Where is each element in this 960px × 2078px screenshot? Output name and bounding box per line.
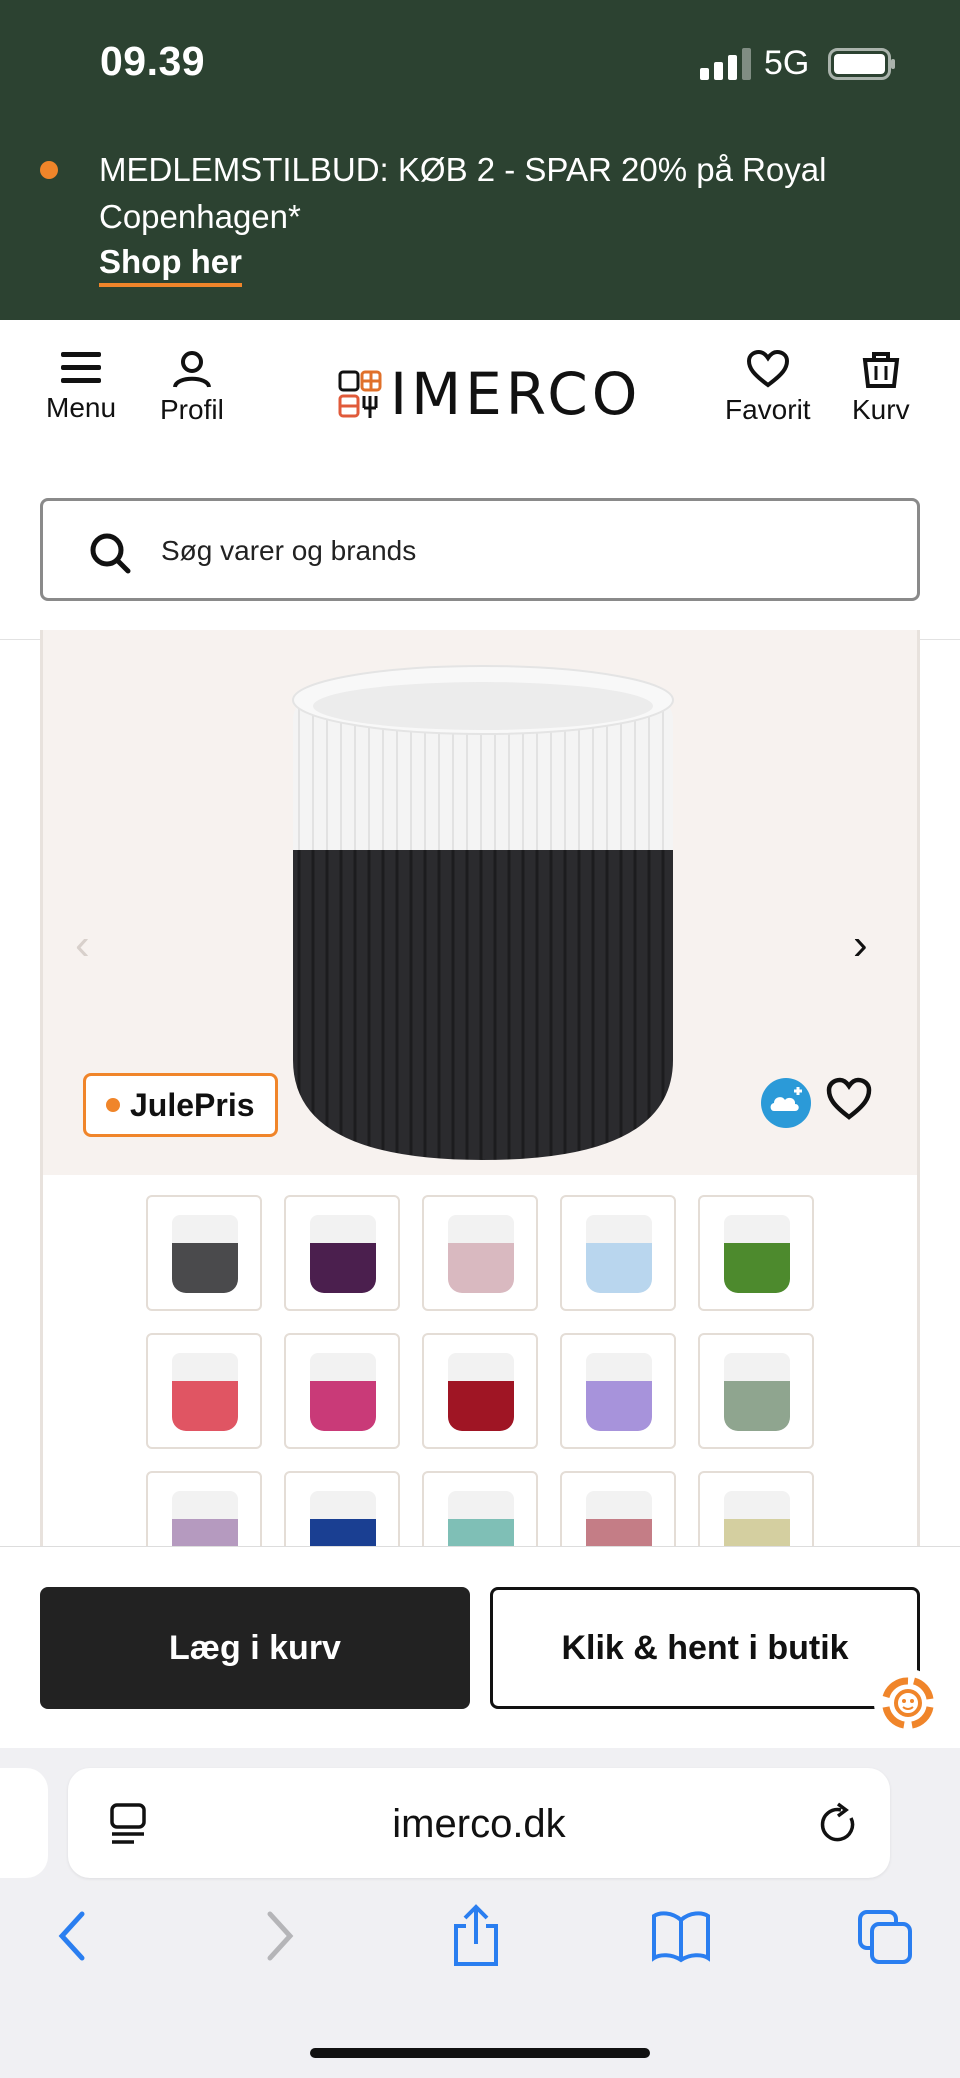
thumbnail-mug xyxy=(724,1215,790,1293)
menu-button[interactable]: Menu xyxy=(46,350,116,424)
home-indicator[interactable] xyxy=(310,2048,650,2058)
logo-text: IMERCO xyxy=(390,360,642,428)
click-collect-button[interactable]: Klik & hent i butik xyxy=(490,1587,920,1709)
status-time: 09.39 xyxy=(100,38,206,84)
add-to-cart-button[interactable]: Læg i kurv xyxy=(40,1587,470,1709)
cart-label: Kurv xyxy=(852,394,910,425)
product-thumbnail[interactable] xyxy=(560,1195,676,1311)
julepris-badge: JulePris xyxy=(83,1073,278,1137)
thumbnail-mug xyxy=(448,1353,514,1431)
profile-button[interactable]: Profil xyxy=(160,350,224,426)
chevron-left-icon[interactable]: ‹ xyxy=(75,920,90,970)
product-thumbnail[interactable] xyxy=(698,1333,814,1449)
cart-button[interactable]: Kurv xyxy=(852,350,910,426)
product-thumbnail[interactable] xyxy=(422,1333,538,1449)
search-icon xyxy=(90,533,131,574)
browser-chrome: imerco.dk xyxy=(0,1748,960,2078)
thumbnail-mug xyxy=(586,1215,652,1293)
previous-tab[interactable] xyxy=(0,1768,48,1878)
product-thumbnail[interactable] xyxy=(284,1195,400,1311)
site-header: Menu Profil IMERCO Favorit Kurv xyxy=(0,320,960,640)
action-bar: Læg i kurv Klik & hent i butik xyxy=(0,1546,960,1746)
product-thumbnail[interactable] xyxy=(146,1333,262,1449)
product-thumbnail[interactable] xyxy=(698,1471,814,1547)
product-image xyxy=(292,665,674,1160)
promo-dot xyxy=(40,161,58,179)
chevron-right-icon[interactable]: › xyxy=(853,920,868,970)
product-thumbnail[interactable] xyxy=(284,1471,400,1547)
thumbnail-mug xyxy=(310,1491,376,1547)
thumbnail-mug xyxy=(586,1491,652,1547)
thumbnail-mug xyxy=(310,1353,376,1431)
product-thumbnail[interactable] xyxy=(422,1471,538,1547)
url-text: imerco.dk xyxy=(392,1802,566,1846)
imerco-logo[interactable]: IMERCO xyxy=(338,364,637,424)
network-label: 5G xyxy=(764,44,810,82)
hamburger-icon xyxy=(61,352,102,383)
thumbnail-mug xyxy=(448,1215,514,1293)
search-bar[interactable] xyxy=(40,498,920,601)
basket-icon xyxy=(862,352,900,388)
profile-label: Profil xyxy=(160,394,224,425)
thumbnail-mug xyxy=(724,1491,790,1547)
bookmarks-icon[interactable] xyxy=(650,1908,712,1964)
product-thumbnail[interactable] xyxy=(560,1333,676,1449)
thumbnail-mug xyxy=(172,1491,238,1547)
share-icon[interactable] xyxy=(450,1904,502,1968)
thumbnail-mug xyxy=(172,1353,238,1431)
promo-banner: 09.39 5G MEDLEMSTILBUD: KØB 2 - SPAR 20%… xyxy=(0,0,960,320)
product-main-image[interactable]: ‹ › JulePris xyxy=(43,630,917,1175)
thumbnail-mug xyxy=(310,1215,376,1293)
reload-icon[interactable] xyxy=(816,1800,860,1846)
product-gallery: ‹ › JulePris xyxy=(40,630,920,1550)
menu-label: Menu xyxy=(46,392,117,423)
product-thumbnail[interactable] xyxy=(422,1195,538,1311)
add-favorite-heart-icon[interactable] xyxy=(826,1077,872,1123)
product-thumbnail[interactable] xyxy=(560,1471,676,1547)
battery-icon xyxy=(828,48,895,80)
badge-label: JulePris xyxy=(130,1086,255,1123)
product-thumbnail[interactable] xyxy=(284,1333,400,1449)
forward-icon[interactable] xyxy=(260,1908,300,1964)
logo-mark-icon xyxy=(338,370,382,418)
search-input[interactable] xyxy=(161,529,861,573)
shop-here-link[interactable]: Shop her xyxy=(99,243,243,287)
thumbnail-mug xyxy=(172,1215,238,1293)
back-icon[interactable] xyxy=(52,1908,92,1964)
thumbnail-mug xyxy=(448,1491,514,1547)
tabs-icon[interactable] xyxy=(856,1908,914,1966)
chat-widget-icon[interactable] xyxy=(872,1667,944,1739)
address-bar[interactable]: imerco.dk xyxy=(68,1768,890,1878)
product-thumbnail[interactable] xyxy=(698,1195,814,1311)
user-icon xyxy=(172,351,211,388)
heart-icon xyxy=(746,350,789,388)
promo-text: MEDLEMSTILBUD: KØB 2 - SPAR 20% på Royal… xyxy=(99,151,827,235)
product-thumbnail[interactable] xyxy=(146,1195,262,1311)
badge-dot xyxy=(106,1098,120,1112)
cloud-icon[interactable] xyxy=(760,1077,812,1129)
favorites-button[interactable]: Favorit xyxy=(725,350,811,426)
signal-icon xyxy=(700,48,751,80)
product-thumbnail[interactable] xyxy=(146,1471,262,1547)
favorite-label: Favorit xyxy=(725,394,811,425)
thumbnail-mug xyxy=(586,1353,652,1431)
thumbnail-mug xyxy=(724,1353,790,1431)
